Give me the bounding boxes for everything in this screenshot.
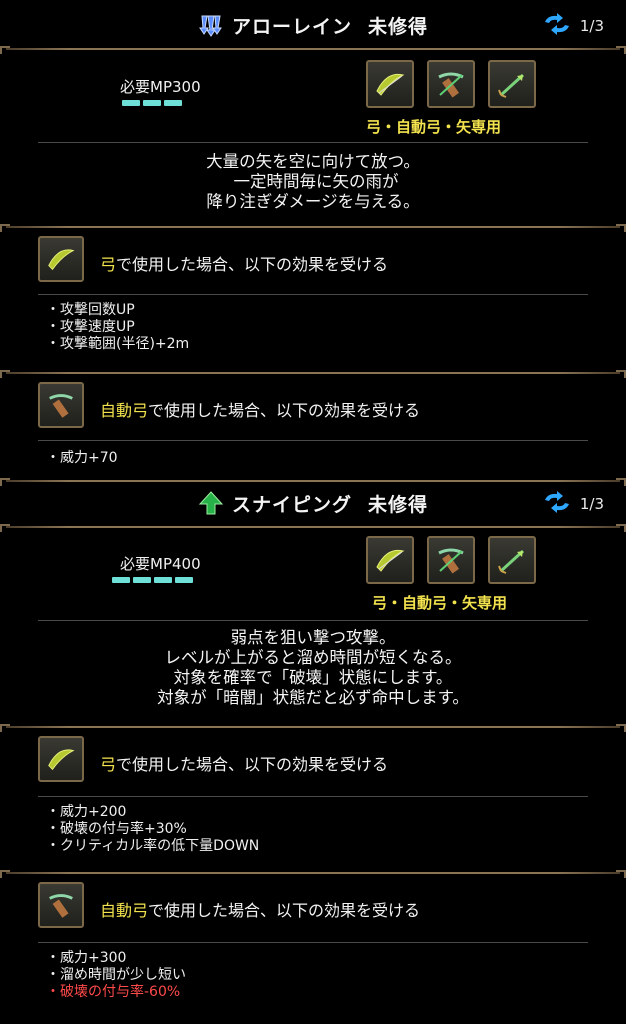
bow-icon (38, 236, 84, 282)
list-item: ・攻撃回数UP (46, 302, 135, 318)
section-divider (0, 870, 626, 878)
list-item: ・威力+70 (46, 450, 118, 466)
separator (38, 294, 588, 295)
skill-title-bar: アローレイン 未修得 1/3 (0, 2, 626, 48)
separator (38, 796, 588, 797)
arrow-icon (488, 60, 536, 108)
separator (38, 942, 588, 943)
list-item: ・攻撃速度UP (46, 319, 135, 335)
page-switch-button[interactable]: 1/3 (542, 12, 604, 40)
effect-header: 弓で使用した場合、以下の効果を受ける (100, 755, 389, 774)
separator (38, 440, 588, 441)
effect-list: ・攻撃回数UP ・攻撃速度UP ・攻撃範囲(半径)+2m (46, 302, 189, 353)
list-item: ・破壊の付与率-60% (46, 984, 181, 1000)
list-item: ・攻撃範囲(半径)+2m (46, 336, 190, 352)
page-indicator: 1/3 (579, 495, 604, 513)
bow-icon (366, 60, 414, 108)
skill-status: 未修得 (368, 15, 429, 38)
list-item: ・破壊の付与率+30% (46, 821, 187, 837)
list-item: ・クリティカル率の低下量DOWN (46, 838, 260, 854)
page-indicator: 1/3 (579, 17, 604, 35)
skill-description: 大量の矢を空に向けて放つ。 一定時間毎に矢の雨が 降り注ぎダメージを与える。 (206, 152, 420, 211)
section-divider (0, 224, 626, 232)
skill-name: アローレイン (231, 15, 352, 38)
weapon-restriction: 弓・自動弓・矢専用 (372, 594, 508, 612)
effect-list: ・威力+200 ・破壊の付与率+30% ・クリティカル率の低下量DOWN (46, 804, 259, 855)
section-divider (0, 524, 626, 532)
weapon-icons (366, 536, 536, 584)
effect-header: 自動弓で使用した場合、以下の効果を受ける (100, 401, 421, 420)
crossbow-icon (427, 536, 475, 584)
skill-title-bar: スナイピング 未修得 1/3 (0, 480, 626, 526)
weapon-icons (366, 60, 536, 108)
section-divider (0, 46, 626, 54)
mp-pips (122, 100, 182, 106)
arrow-icon (488, 536, 536, 584)
mp-requirement: 必要MP300 (120, 78, 201, 96)
effect-header: 自動弓で使用した場合、以下の効果を受ける (100, 901, 421, 920)
list-item: ・威力+300 (46, 950, 127, 966)
effect-list: ・威力+300 ・溜め時間が少し短い ・破壊の付与率-60% (46, 950, 186, 1001)
list-item: ・威力+200 (46, 804, 127, 820)
cycle-arrows-icon (542, 12, 572, 40)
cycle-arrows-icon (542, 490, 572, 518)
arrow-up-icon (198, 490, 224, 516)
page-switch-button[interactable]: 1/3 (542, 490, 604, 518)
bow-icon (38, 736, 84, 782)
separator (38, 620, 588, 621)
crossbow-icon (38, 882, 84, 928)
effect-header: 弓で使用した場合、以下の効果を受ける (100, 255, 389, 274)
list-item: ・溜め時間が少し短い (46, 967, 186, 983)
weapon-restriction: 弓・自動弓・矢専用 (366, 118, 502, 136)
separator (38, 142, 588, 143)
mp-requirement: 必要MP400 (120, 555, 201, 573)
skill-name: スナイピング (231, 493, 352, 516)
triple-arrow-down-icon (198, 12, 224, 38)
section-divider (0, 370, 626, 378)
crossbow-icon (427, 60, 475, 108)
skill-status: 未修得 (368, 493, 429, 516)
section-divider (0, 724, 626, 732)
skill-description: 弱点を狙い撃つ攻撃。 レベルが上がると溜め時間が短くなる。 対象を確率で「破壊」… (157, 628, 469, 707)
mp-pips (112, 577, 193, 583)
bow-icon (366, 536, 414, 584)
crossbow-icon (38, 382, 84, 428)
effect-list: ・威力+70 (46, 450, 118, 467)
